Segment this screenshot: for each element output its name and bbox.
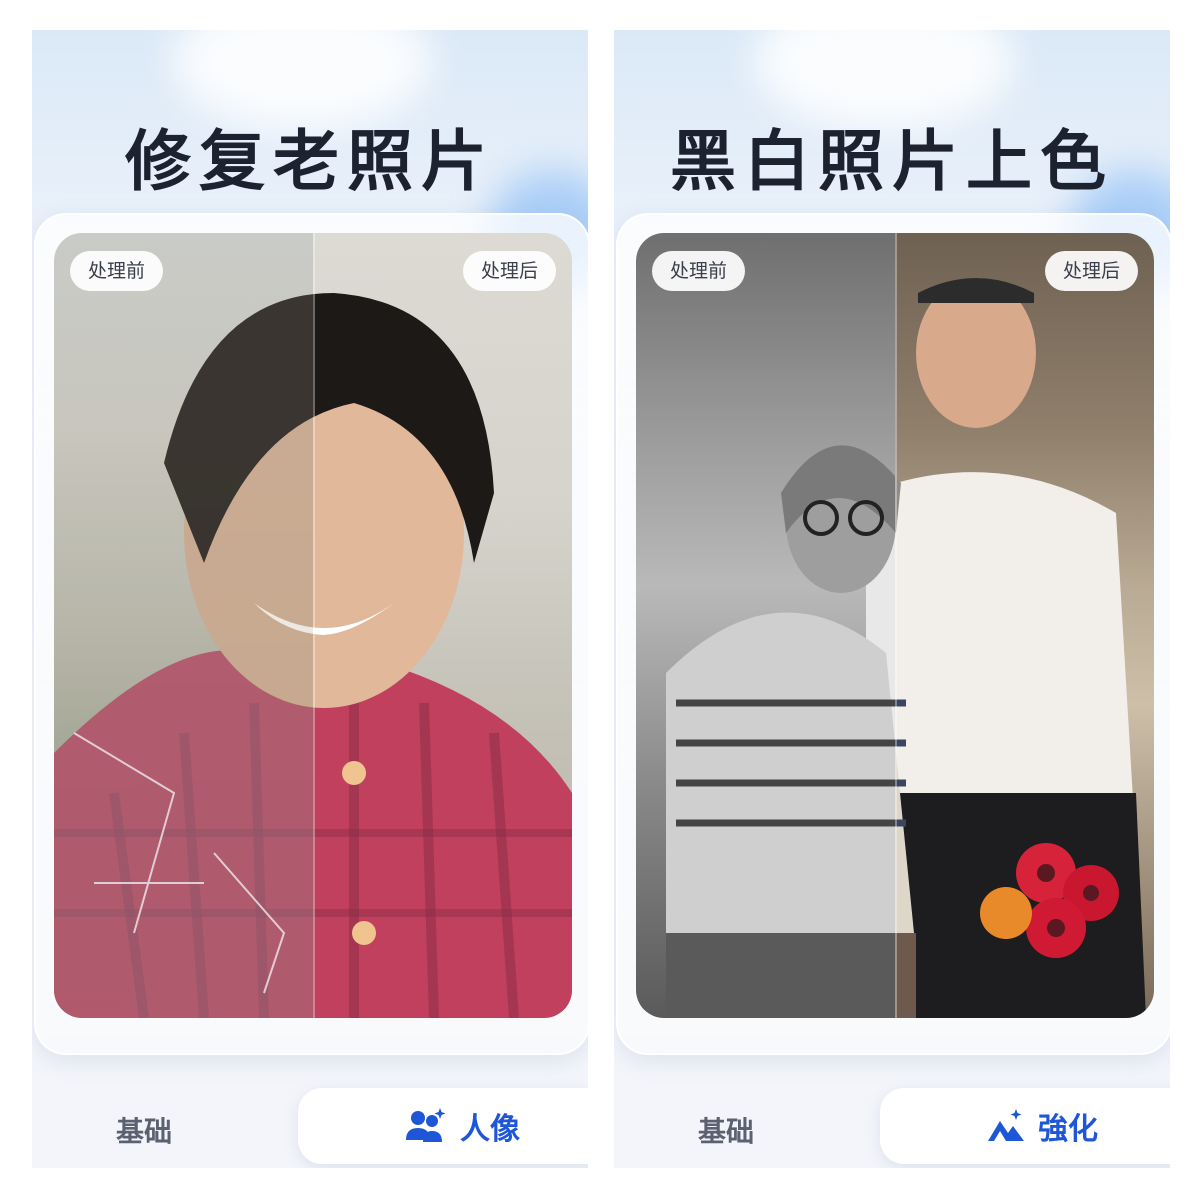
tab-enhance[interactable]: 強化 [880,1088,1170,1164]
comparison-divider[interactable] [895,233,897,1018]
before-label: 处理前 [70,251,164,291]
panel-title: 黑白照片上色 [670,123,1114,200]
colorize-photo-panel: 黑白照片上色 处理前 处理后 基础 強化 [614,30,1170,1168]
after-label: 处理后 [462,251,556,291]
tab-portrait-content: 人像 [404,1088,520,1164]
people-sparkle-icon [404,1106,448,1146]
before-label: 处理前 [652,251,746,291]
mode-tabs: 基础 強化 [614,1055,1170,1165]
tab-enhance-label: 強化 [1038,1112,1098,1147]
before-after-photo[interactable]: 处理前 处理后 [54,233,572,1018]
comparison-divider[interactable] [313,233,315,1018]
mode-tabs: 基础 人像 [32,1055,588,1165]
comparison-page: 修复老照片 处理前 处理后 基础 人像 黑白照片上色 处理前 处理后 基础 強化 [0,0,1200,1200]
tab-enhance-content: 強化 [986,1088,1098,1164]
before-after-card: 处理前 处理后 [34,213,588,1055]
mountain-sparkle-icon [986,1107,1026,1145]
tab-basic[interactable]: 基础 [116,1110,172,1150]
panel-title: 修复老照片 [125,123,495,200]
after-label: 处理后 [1044,251,1138,291]
before-after-card: 处理前 处理后 [616,213,1170,1055]
before-after-photo[interactable]: 处理前 处理后 [636,233,1154,1018]
tab-portrait[interactable]: 人像 [298,1088,588,1164]
tab-basic[interactable]: 基础 [698,1110,754,1150]
tab-portrait-label: 人像 [460,1112,520,1147]
restore-old-photo-panel: 修复老照片 处理前 处理后 基础 人像 [32,30,588,1168]
